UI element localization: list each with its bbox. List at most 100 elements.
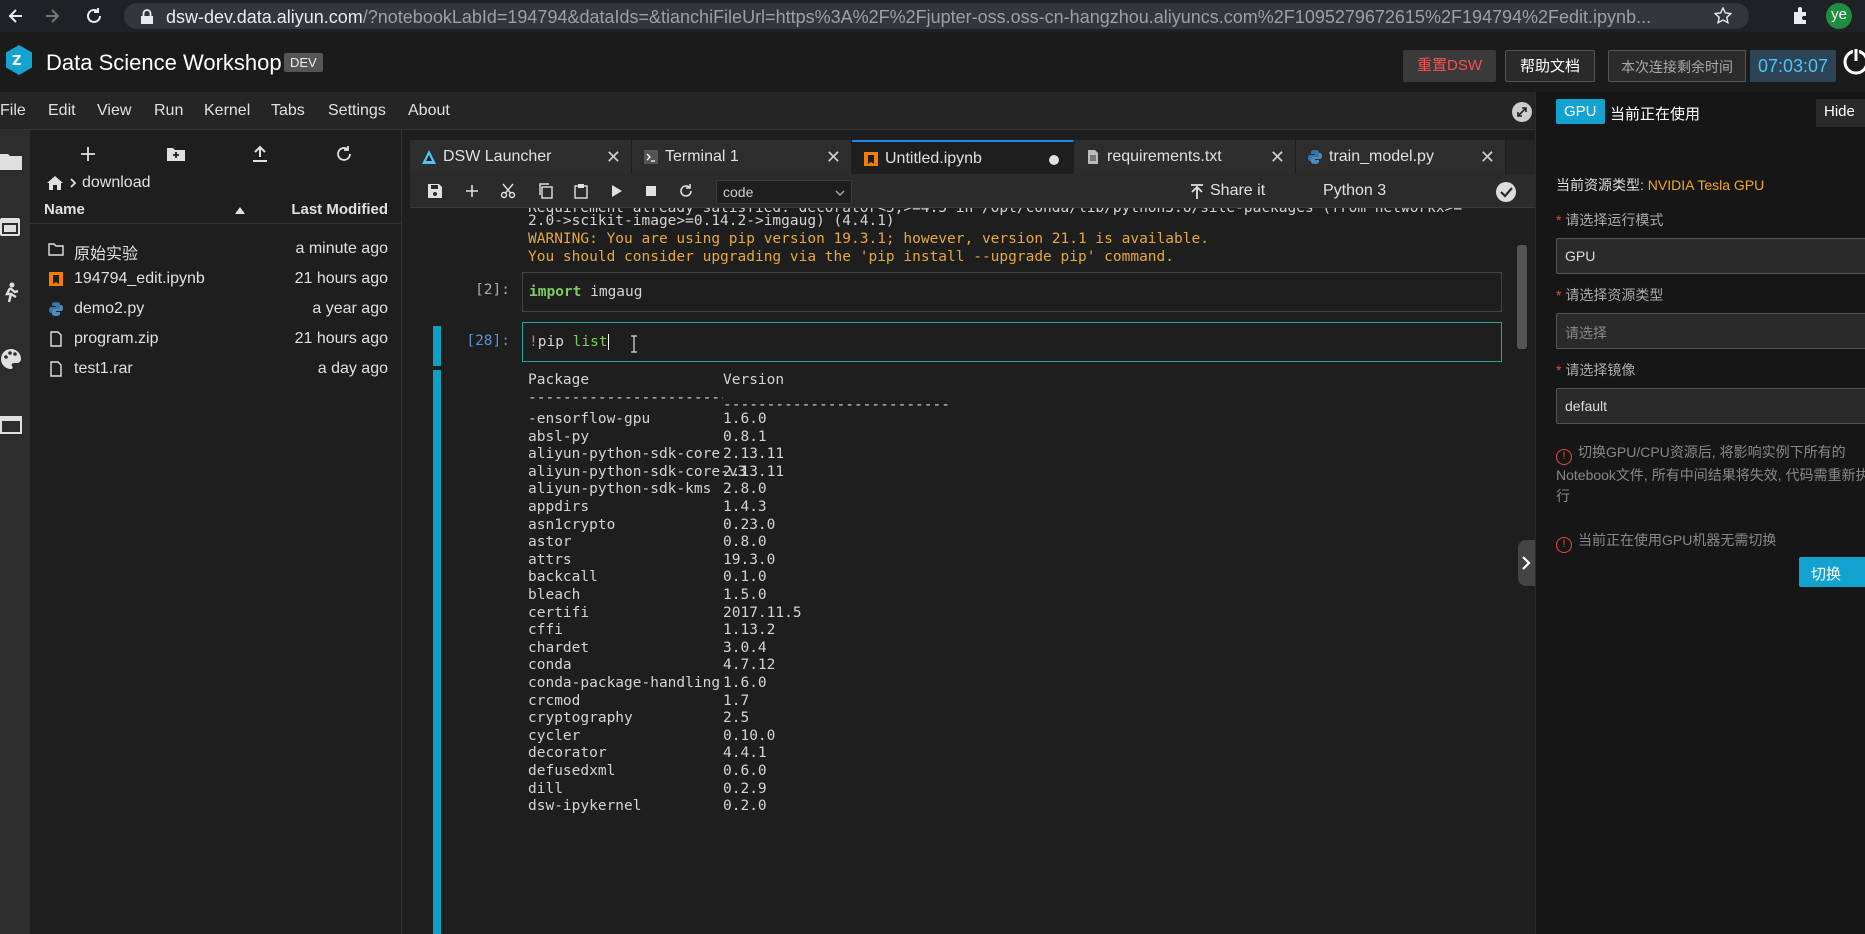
resource-panel: GPU 当前正在使用 Hide 当前资源类型: NVIDIA Tesla GPU… — [1535, 92, 1865, 934]
sort-up-icon[interactable] — [235, 207, 245, 215]
forward-arrow-icon[interactable] — [42, 6, 62, 26]
image-select[interactable]: default — [1556, 388, 1865, 424]
modified-column-header[interactable]: Last Modified — [291, 201, 388, 218]
back-arrow-icon[interactable] — [6, 6, 26, 26]
file-row[interactable]: 原始实验 a minute ago — [30, 234, 402, 264]
restart-kernel-icon[interactable] — [678, 183, 694, 199]
unsaved-dot-icon[interactable] — [1049, 155, 1059, 165]
paste-icon[interactable] — [573, 183, 589, 199]
folder-activity-icon[interactable] — [0, 152, 22, 170]
tab-dsw-launcher[interactable]: DSW Launcher ✕ — [410, 140, 632, 174]
pkg-version: 4.7.12 — [723, 657, 776, 674]
pkg-version: 2.13.11 — [723, 446, 785, 463]
panel-collapse-handle[interactable] — [1518, 540, 1535, 586]
tab-terminal[interactable]: Terminal 1 ✕ — [632, 140, 852, 174]
notebook-toolbar: code Share it Python 3 — [410, 174, 1535, 208]
menu-edit[interactable]: Edit — [48, 102, 76, 120]
menu-run[interactable]: Run — [154, 102, 183, 120]
run-icon[interactable] — [608, 183, 624, 199]
save-icon[interactable] — [427, 183, 443, 199]
text-file-icon — [1088, 150, 1098, 164]
pkg-version: 0.2.0 — [723, 798, 767, 815]
tab-requirements[interactable]: requirements.txt ✕ — [1074, 140, 1296, 174]
pkg-version: 3.0.4 — [723, 639, 767, 656]
text-cursor-icon — [631, 335, 637, 353]
code-line[interactable]: import imgaug — [529, 282, 643, 303]
code-cell-active[interactable]: !pip list — [522, 322, 1502, 362]
close-icon[interactable]: ✕ — [1270, 147, 1285, 168]
menu-settings[interactable]: Settings — [328, 102, 386, 120]
cut-icon[interactable] — [500, 183, 516, 199]
chevron-right-icon — [1522, 556, 1531, 570]
menu-view[interactable]: View — [97, 102, 131, 120]
tabs-activity-icon[interactable] — [0, 416, 22, 434]
tab-bar: DSW Launcher ✕ Terminal 1 ✕ Untitled.ipy… — [410, 140, 1535, 174]
cell-prompt: [2]: — [475, 282, 510, 298]
name-column-header[interactable]: Name — [44, 201, 85, 218]
launcher-icon — [422, 150, 436, 164]
tab-train-model[interactable]: train_model.py ✕ — [1296, 140, 1506, 174]
pkg-version: 0.1.0 — [723, 569, 767, 586]
cell-type-select[interactable]: code — [716, 180, 852, 204]
menu-tabs[interactable]: Tabs — [271, 102, 305, 120]
file-row[interactable]: demo2.py a year ago — [30, 294, 402, 324]
gpu-in-use-label: 当前正在使用 — [1610, 106, 1701, 123]
run-mode-select[interactable]: GPU — [1556, 238, 1865, 274]
file-row[interactable]: program.zip 21 hours ago — [30, 324, 402, 354]
close-icon[interactable]: ✕ — [826, 147, 841, 168]
new-launcher-icon[interactable] — [76, 142, 100, 166]
palette-activity-icon[interactable] — [0, 348, 22, 370]
menu-kernel[interactable]: Kernel — [204, 102, 250, 120]
refresh-icon[interactable] — [332, 142, 356, 166]
reset-dsw-button[interactable]: 重置DSW — [1403, 50, 1496, 82]
share-button[interactable]: Share it — [1210, 182, 1265, 200]
pkg-version: 19.3.0 — [723, 551, 776, 568]
warning-icon: ! — [1556, 537, 1572, 553]
app-header: Z Data Science Workshop DEV 重置DSW 帮助文档 本… — [0, 32, 1865, 92]
address-bar[interactable]: dsw-dev.data.aliyun.com/?notebookLabId=1… — [124, 3, 1749, 29]
kernel-name[interactable]: Python 3 — [1323, 182, 1386, 200]
notebook-scrollbar[interactable] — [1517, 245, 1527, 349]
tab-untitled-notebook[interactable]: Untitled.ipynb — [852, 140, 1074, 174]
image-label: * 请选择镜像 — [1556, 362, 1636, 378]
pkg-version: 1.6.0 — [723, 675, 767, 691]
lock-icon — [141, 9, 153, 24]
home-icon[interactable] — [46, 175, 64, 191]
pkg-version: 1.4.3 — [723, 499, 767, 515]
new-folder-icon[interactable] — [164, 142, 188, 166]
close-icon[interactable]: ✕ — [606, 147, 621, 168]
stop-icon[interactable] — [643, 183, 659, 199]
help-docs-button[interactable]: 帮助文档 — [1505, 50, 1596, 82]
pkg-version: 1.6.0 — [723, 411, 767, 427]
pkg-version: 0.6.0 — [723, 763, 767, 779]
power-icon[interactable] — [1840, 44, 1865, 80]
file-row[interactable]: test1.rar a day ago — [30, 354, 402, 384]
pkg-version: 0.8.0 — [723, 534, 767, 551]
files-activity-icon[interactable] — [0, 218, 22, 236]
code-line[interactable]: !pip list — [529, 332, 609, 353]
running-activity-icon[interactable] — [0, 282, 22, 304]
menu-about[interactable]: About — [408, 102, 450, 120]
extensions-puzzle-icon[interactable] — [1790, 6, 1810, 26]
upload-icon[interactable] — [248, 142, 272, 166]
insert-cell-icon[interactable] — [464, 183, 480, 199]
switch-button[interactable]: 切换 — [1799, 557, 1865, 587]
pkg-version: 0.23.0 — [723, 516, 776, 533]
bookmark-star-icon[interactable] — [1714, 7, 1732, 25]
pkg-version: 2.5 — [723, 710, 750, 727]
run-mode-label: * 请选择运行模式 — [1556, 212, 1664, 228]
code-cell[interactable]: import imgaug — [522, 272, 1502, 312]
notebook-content: Requirement already satisfied: decorator… — [410, 208, 1525, 934]
dsw-logo-icon: Z — [6, 45, 32, 75]
profile-avatar[interactable]: ye — [1826, 3, 1852, 29]
reload-icon[interactable] — [84, 6, 104, 26]
close-icon[interactable]: ✕ — [1480, 147, 1495, 168]
menu-file[interactable]: File — [0, 102, 26, 120]
expand-fullscreen-icon[interactable] — [1512, 102, 1532, 122]
gpu-in-use-note: ! 当前正在使用GPU机器无需切换 — [1556, 530, 1865, 553]
copy-icon[interactable] — [538, 183, 554, 199]
resource-type-select[interactable]: 请选择 — [1556, 313, 1865, 349]
hide-panel-button[interactable]: Hide — [1816, 99, 1865, 127]
file-row[interactable]: 194794_edit.ipynb 21 hours ago — [30, 264, 402, 294]
breadcrumb-folder[interactable]: download — [82, 174, 151, 192]
